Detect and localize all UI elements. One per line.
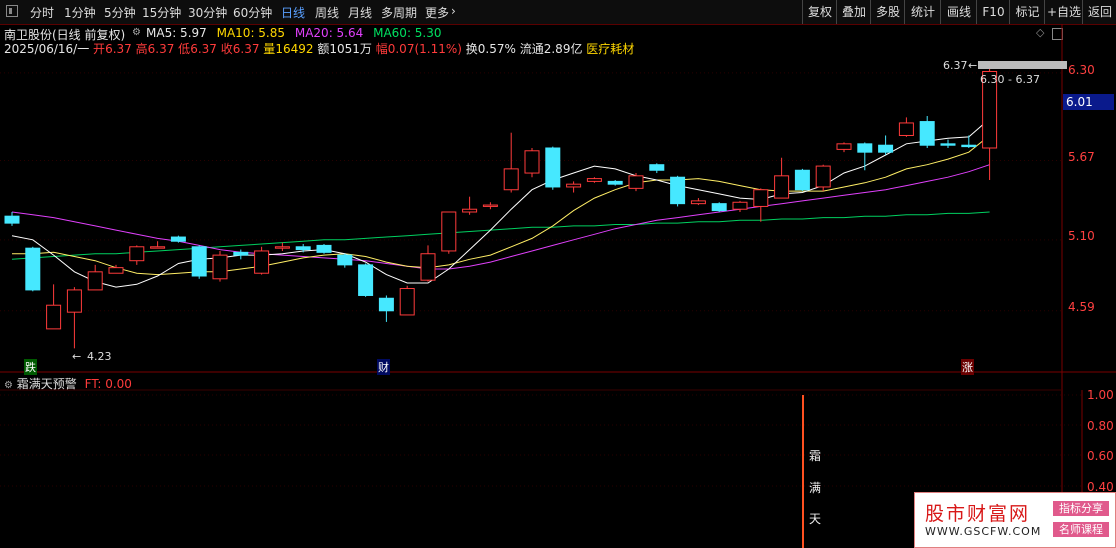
finance-signal-badge: 财 bbox=[377, 359, 390, 375]
candle-up bbox=[274, 246, 290, 249]
candle-down bbox=[857, 143, 873, 153]
candle-down bbox=[711, 203, 727, 212]
watermark-logo: 股市财富网 WWW.GSCFW.COM 指标分享 名师课程 bbox=[914, 492, 1116, 548]
watermark-tag: 名师课程 bbox=[1053, 522, 1109, 537]
candle-up bbox=[732, 201, 748, 210]
candle-down bbox=[378, 297, 394, 312]
candle-down bbox=[4, 215, 20, 224]
candle-up bbox=[690, 200, 706, 205]
candle-up bbox=[898, 122, 914, 136]
low-arrow-icon: ← bbox=[72, 350, 82, 363]
indicator-name[interactable]: 霜满天预警 bbox=[17, 377, 77, 391]
price-tick: 5.10 bbox=[1068, 229, 1095, 243]
candle-up bbox=[836, 143, 852, 150]
candle-up bbox=[441, 211, 457, 252]
candle-down bbox=[919, 121, 935, 146]
candle-down bbox=[878, 144, 894, 153]
price-tick: 5.67 bbox=[1068, 150, 1095, 164]
low-price-label: 4.23 bbox=[87, 350, 112, 363]
candle-up bbox=[87, 271, 103, 291]
price-tick: 6.30 bbox=[1068, 63, 1095, 77]
indicator-tick: 0.60 bbox=[1087, 449, 1114, 463]
high-range-label: 6.30 - 6.37 bbox=[980, 73, 1040, 86]
candle-up bbox=[462, 208, 478, 213]
indicator-ft-value: FT: 0.00 bbox=[84, 377, 132, 391]
indicator-signal-char: 满 bbox=[809, 481, 822, 495]
candle-up bbox=[566, 183, 582, 188]
candle-down bbox=[358, 264, 374, 296]
indicator-signal-char: 霜 bbox=[809, 449, 822, 463]
candle-up bbox=[129, 246, 145, 262]
ma10-line bbox=[12, 135, 990, 276]
rise-signal-badge: 涨 bbox=[961, 359, 974, 375]
candle-down bbox=[940, 143, 956, 146]
candle-down bbox=[316, 244, 332, 253]
watermark-name: 股市财富网 bbox=[925, 503, 1031, 525]
price-tick: 4.59 bbox=[1068, 300, 1095, 314]
candle-down bbox=[170, 236, 186, 242]
candle-down bbox=[25, 247, 41, 291]
candle-up bbox=[46, 304, 62, 330]
high-arrow-icon: ← bbox=[968, 59, 978, 72]
candle-up bbox=[586, 178, 602, 182]
indicator-tick: 0.80 bbox=[1087, 419, 1114, 433]
candle-down bbox=[337, 254, 353, 266]
price-range-bar bbox=[978, 61, 1067, 69]
candle-up bbox=[815, 165, 831, 188]
candle-up bbox=[420, 253, 436, 281]
candle-down bbox=[295, 246, 311, 251]
kline-chart[interactable] bbox=[0, 0, 1116, 548]
candle-up bbox=[212, 254, 228, 280]
candle-up bbox=[66, 289, 82, 313]
fall-signal-badge: 跌 bbox=[24, 359, 37, 375]
ma20-line bbox=[11, 164, 990, 270]
indicator-header: ⚙ 霜满天预警 FT: 0.00 bbox=[4, 375, 132, 392]
candle-down bbox=[649, 164, 665, 171]
candle-up bbox=[628, 175, 644, 189]
candle-down bbox=[670, 176, 686, 205]
current-price-marker: 6.01 bbox=[1063, 94, 1114, 110]
candle-up bbox=[524, 150, 540, 174]
candle-down bbox=[961, 144, 977, 148]
candle-up bbox=[150, 246, 166, 249]
candle-up bbox=[108, 267, 124, 274]
candle-up bbox=[482, 204, 498, 207]
candle-down bbox=[794, 169, 810, 191]
candle-up bbox=[753, 189, 769, 207]
candle-up bbox=[254, 250, 270, 274]
candle-up bbox=[503, 168, 519, 191]
candle-up bbox=[774, 175, 790, 199]
indicator-settings-icon[interactable]: ⚙ bbox=[4, 380, 13, 391]
candle-down bbox=[191, 246, 207, 277]
high-price-label: 6.37 bbox=[943, 59, 968, 72]
candle-down bbox=[545, 147, 561, 188]
indicator-tick: 1.00 bbox=[1087, 388, 1114, 402]
candle-up bbox=[399, 288, 415, 316]
watermark-url: WWW.GSCFW.COM bbox=[925, 525, 1042, 538]
indicator-signal-char: 天 bbox=[809, 512, 822, 526]
watermark-tag: 指标分享 bbox=[1053, 501, 1109, 516]
candle-down bbox=[233, 251, 249, 256]
candle-down bbox=[607, 180, 623, 185]
